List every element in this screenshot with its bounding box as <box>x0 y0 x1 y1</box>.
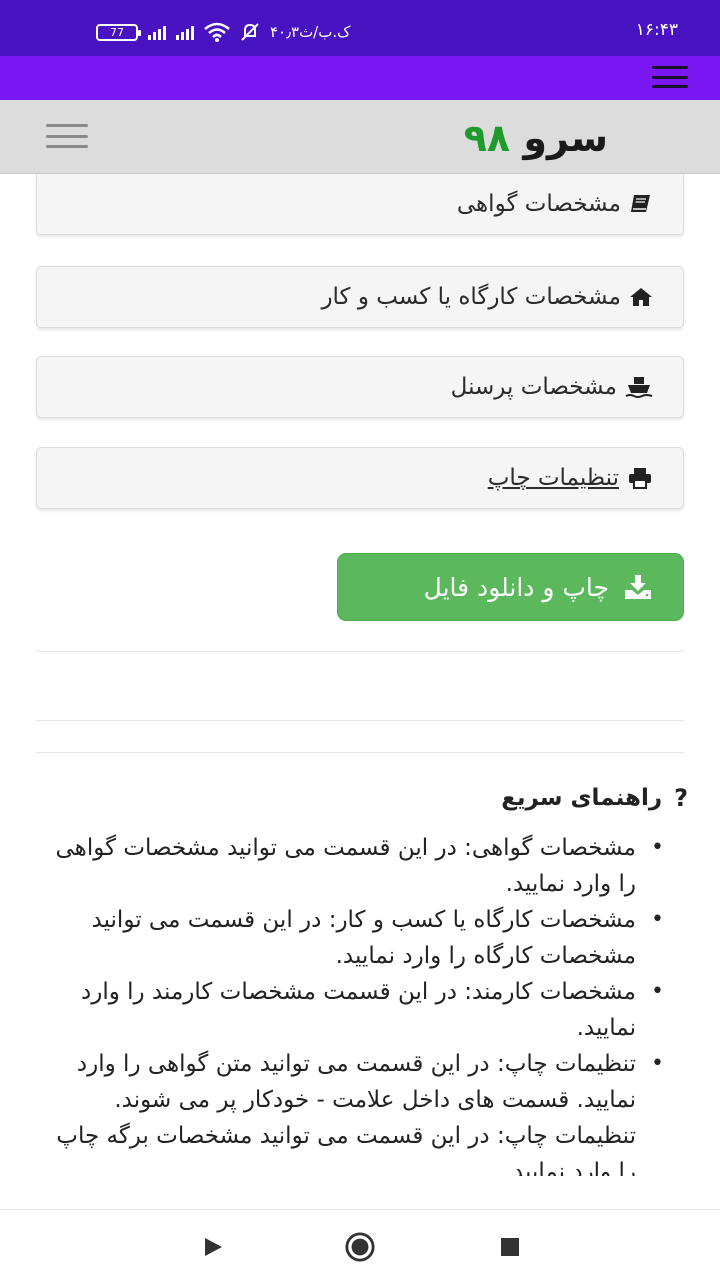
bell-muted-icon <box>241 23 259 41</box>
signal-icon <box>148 24 166 40</box>
panel-label: مشخصات کارگاه یا کسب و کار <box>321 284 621 310</box>
brand-name: سرو <box>523 116 608 160</box>
top-app-bar <box>0 56 720 100</box>
book-icon <box>629 193 653 215</box>
panel-business-details[interactable]: مشخصات کارگاه یا کسب و کار <box>36 266 684 328</box>
system-nav-bar <box>0 1209 720 1280</box>
panel-label: تنظیمات چاپ <box>487 465 619 491</box>
panel-certificate-details[interactable]: مشخصات گواهی <box>36 174 684 235</box>
panel-personnel-details[interactable]: مشخصات پرسنل <box>36 356 684 418</box>
panel-print-settings[interactable]: تنظیمات چاپ <box>36 447 684 509</box>
question-icon: ? <box>674 784 688 812</box>
status-indicators: 77 ۴۰٫۳ک.ب/ث <box>96 22 351 42</box>
status-time: ۱۶:۴۳ <box>635 20 678 40</box>
help-title: راهنمای سریع <box>501 785 663 811</box>
printer-icon <box>627 467 653 489</box>
status-bar: 77 ۴۰٫۳ک.ب/ث ۱۶:۴۳ <box>0 0 720 56</box>
signal-icon <box>176 24 194 40</box>
brand-logo[interactable]: سرو ۹۸ <box>464 116 608 160</box>
list-item: مشخصات گواهی: در این قسمت می توانید مشخص… <box>36 830 664 902</box>
hamburger-icon[interactable] <box>652 66 688 88</box>
download-icon <box>623 574 653 600</box>
list-item: مشخصات کارمند: در این قسمت مشخصات کارمند… <box>36 974 664 1046</box>
home-circle-icon[interactable] <box>345 1232 375 1262</box>
help-list: مشخصات گواهی: در این قسمت می توانید مشخص… <box>36 830 664 1176</box>
list-item: تنظیمات چاپ: در این قسمت می توانید متن گ… <box>36 1046 664 1118</box>
wifi-icon <box>204 22 230 42</box>
hamburger-icon[interactable] <box>46 124 88 148</box>
back-triangle-icon[interactable] <box>198 1232 228 1262</box>
site-header: سرو ۹۸ <box>0 100 720 174</box>
network-speed: ۴۰٫۳ک.ب/ث <box>270 23 351 41</box>
brand-number: ۹۸ <box>463 116 511 160</box>
panel-label: مشخصات پرسنل <box>450 374 617 400</box>
list-item: تنظیمات چاپ: در این قسمت می توانید مشخصا… <box>36 1118 636 1176</box>
print-download-button[interactable]: چاپ و دانلود فایل <box>337 553 684 621</box>
home-icon <box>629 286 653 308</box>
quick-help-heading: ? راهنمای سریع <box>501 784 688 812</box>
panel-label: مشخصات گواهی <box>456 191 621 217</box>
divider <box>36 752 684 753</box>
list-item: مشخصات کارگاه یا کسب و کار: در این قسمت … <box>36 902 664 974</box>
divider <box>36 720 684 721</box>
recent-square-icon[interactable] <box>495 1232 525 1262</box>
battery-icon: 77 <box>96 23 141 41</box>
ship-icon <box>625 375 653 399</box>
battery-level: 77 <box>110 25 124 39</box>
divider <box>36 651 684 652</box>
download-label: چاپ و دانلود فایل <box>423 572 609 602</box>
